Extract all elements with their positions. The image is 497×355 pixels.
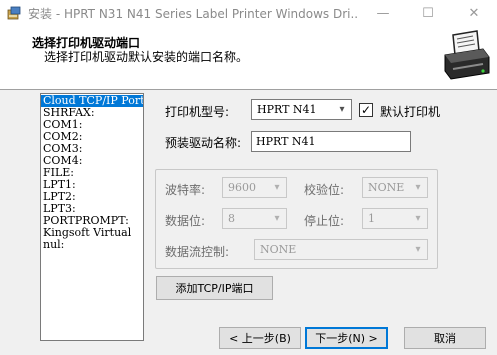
parity-label: 校验位: xyxy=(304,183,345,197)
chevron-down-icon: ▾ xyxy=(274,213,280,224)
default-printer-label: 默认打印机 xyxy=(380,105,441,119)
port-list-item[interactable]: Cloud TCP/IP Port xyxy=(41,95,143,107)
wizard-header: 选择打印机驱动端口 选择打印机驱动默认安装的端口名称。 xyxy=(0,26,497,90)
port-list-item[interactable]: Kingsoft Virtual xyxy=(41,227,143,239)
checkmark-icon: ✓ xyxy=(360,103,372,117)
maximize-button[interactable]: ☐ xyxy=(405,0,451,26)
chevron-down-icon: ▾ xyxy=(415,213,421,224)
printer-model-value: HPRT N41 xyxy=(257,103,317,116)
title-bar: 安装 - HPRT N31 N41 Series Label Printer W… xyxy=(0,0,497,26)
driver-name-label: 预装驱动名称: xyxy=(165,136,242,150)
stop-bits-select[interactable]: 1 ▾ xyxy=(362,208,428,229)
add-tcpip-port-button[interactable]: 添加TCP/IP端口 xyxy=(156,276,273,300)
stop-bits-value: 1 xyxy=(368,212,375,225)
printer-model-label: 打印机型号: xyxy=(165,105,230,119)
installer-app-icon xyxy=(7,6,21,20)
port-list-item[interactable]: COM4: xyxy=(41,155,143,167)
driver-name-input[interactable]: HPRT N41 xyxy=(251,131,411,152)
parity-value: NONE xyxy=(368,181,405,194)
flow-control-label: 数据流控制: xyxy=(165,245,230,259)
port-list-item[interactable]: nul: xyxy=(41,239,143,251)
flow-control-select[interactable]: NONE ▾ xyxy=(254,239,428,260)
baud-rate-value: 9600 xyxy=(228,181,256,194)
port-list-item[interactable]: SHRFAX: xyxy=(41,107,143,119)
data-bits-value: 8 xyxy=(228,212,235,225)
chevron-down-icon: ▾ xyxy=(339,104,345,115)
chevron-down-icon: ▾ xyxy=(415,244,421,255)
data-bits-select[interactable]: 8 ▾ xyxy=(222,208,287,229)
port-list-item[interactable]: LPT2: xyxy=(41,191,143,203)
printer-model-select[interactable]: HPRT N41 ▾ xyxy=(251,99,352,120)
cancel-button[interactable]: 取消 xyxy=(404,327,486,349)
port-list-item[interactable]: COM1: xyxy=(41,119,143,131)
window-title: 安装 - HPRT N31 N41 Series Label Printer W… xyxy=(28,7,358,21)
port-list-item[interactable]: COM2: xyxy=(41,131,143,143)
data-bits-label: 数据位: xyxy=(165,214,206,228)
close-button[interactable]: ✕ xyxy=(451,0,497,26)
port-list-item[interactable]: PORTPROMPT: xyxy=(41,215,143,227)
printer-wizard-icon xyxy=(439,29,493,85)
baud-rate-label: 波特率: xyxy=(165,183,206,197)
port-list-item[interactable]: COM3: xyxy=(41,143,143,155)
next-button[interactable]: 下一步(N) > xyxy=(305,327,388,349)
page-subtitle: 选择打印机驱动默认安装的端口名称。 xyxy=(44,50,249,64)
port-list-item[interactable]: LPT3: xyxy=(41,203,143,215)
back-button[interactable]: < 上一步(B) xyxy=(219,327,301,349)
port-list-item[interactable]: LPT1: xyxy=(41,179,143,191)
flow-control-value: NONE xyxy=(260,243,297,256)
parity-select[interactable]: NONE ▾ xyxy=(362,177,428,198)
chevron-down-icon: ▾ xyxy=(415,182,421,193)
default-printer-checkbox[interactable]: ✓ xyxy=(359,103,373,117)
port-list-item[interactable]: FILE: xyxy=(41,167,143,179)
stop-bits-label: 停止位: xyxy=(304,214,345,228)
chevron-down-icon: ▾ xyxy=(274,182,280,193)
baud-rate-select[interactable]: 9600 ▾ xyxy=(222,177,287,198)
port-list[interactable]: Cloud TCP/IP Port SHRFAX: COM1: COM2: COM3: C… xyxy=(40,93,144,341)
minimize-button[interactable]: — xyxy=(360,0,406,26)
